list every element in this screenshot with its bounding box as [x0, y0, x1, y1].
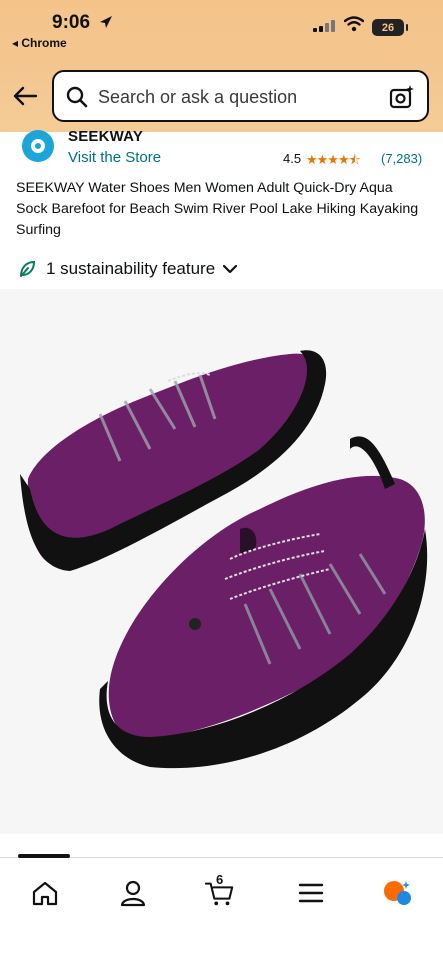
back-to-chrome[interactable]: ◂ Chrome — [12, 36, 67, 50]
chevron-down-icon — [223, 264, 238, 274]
camera-search-icon[interactable] — [389, 84, 415, 110]
visit-store-link[interactable]: Visit the Store — [68, 149, 161, 166]
home-icon — [32, 881, 58, 906]
nav-cart[interactable]: 6 — [205, 872, 235, 908]
product-title: SEEKWAY Water Shoes Men Women Adult Quic… — [16, 180, 419, 238]
nav-account[interactable] — [118, 878, 148, 908]
rufus-icon — [384, 881, 411, 905]
sustainability-label: 1 sustainability feature — [46, 259, 216, 278]
battery-indicator: 26 — [372, 19, 408, 36]
bottom-nav-bar: 6 — [0, 854, 443, 960]
top-header: 9:06 ◂ Chrome 26 Search or ask a questio… — [0, 0, 443, 132]
nav-home[interactable] — [30, 878, 60, 908]
brand-name: SEEKWAY — [68, 128, 144, 145]
nav-rufus[interactable] — [382, 878, 412, 908]
status-bar: 9:06 ◂ Chrome 26 — [0, 0, 443, 54]
status-time: 9:06 — [52, 12, 91, 33]
back-arrow-icon[interactable] — [12, 84, 38, 108]
location-arrow-icon — [100, 16, 112, 28]
cart-count: 6 — [216, 872, 224, 887]
product-image-gallery[interactable] — [0, 289, 443, 834]
product-image — [20, 350, 428, 769]
search-input[interactable]: Search or ask a question — [98, 87, 297, 108]
search-bar[interactable]: Search or ask a question — [52, 70, 429, 122]
store-logo[interactable] — [22, 130, 54, 162]
rating-count-link[interactable]: (7,283) — [381, 151, 422, 166]
account-icon — [120, 880, 146, 907]
wifi-icon — [344, 16, 364, 32]
leaf-icon — [20, 260, 36, 277]
sustainability-toggle[interactable]: 1 sustainability feature — [18, 257, 238, 281]
active-tab-indicator — [18, 854, 70, 858]
star-rating[interactable]: ★★★★⯪ — [306, 151, 361, 173]
search-icon — [66, 86, 88, 108]
cellular-signal-icon — [313, 20, 335, 32]
menu-icon — [298, 883, 324, 903]
nav-menu[interactable] — [296, 878, 326, 908]
rating-value: 4.5 — [283, 151, 302, 166]
